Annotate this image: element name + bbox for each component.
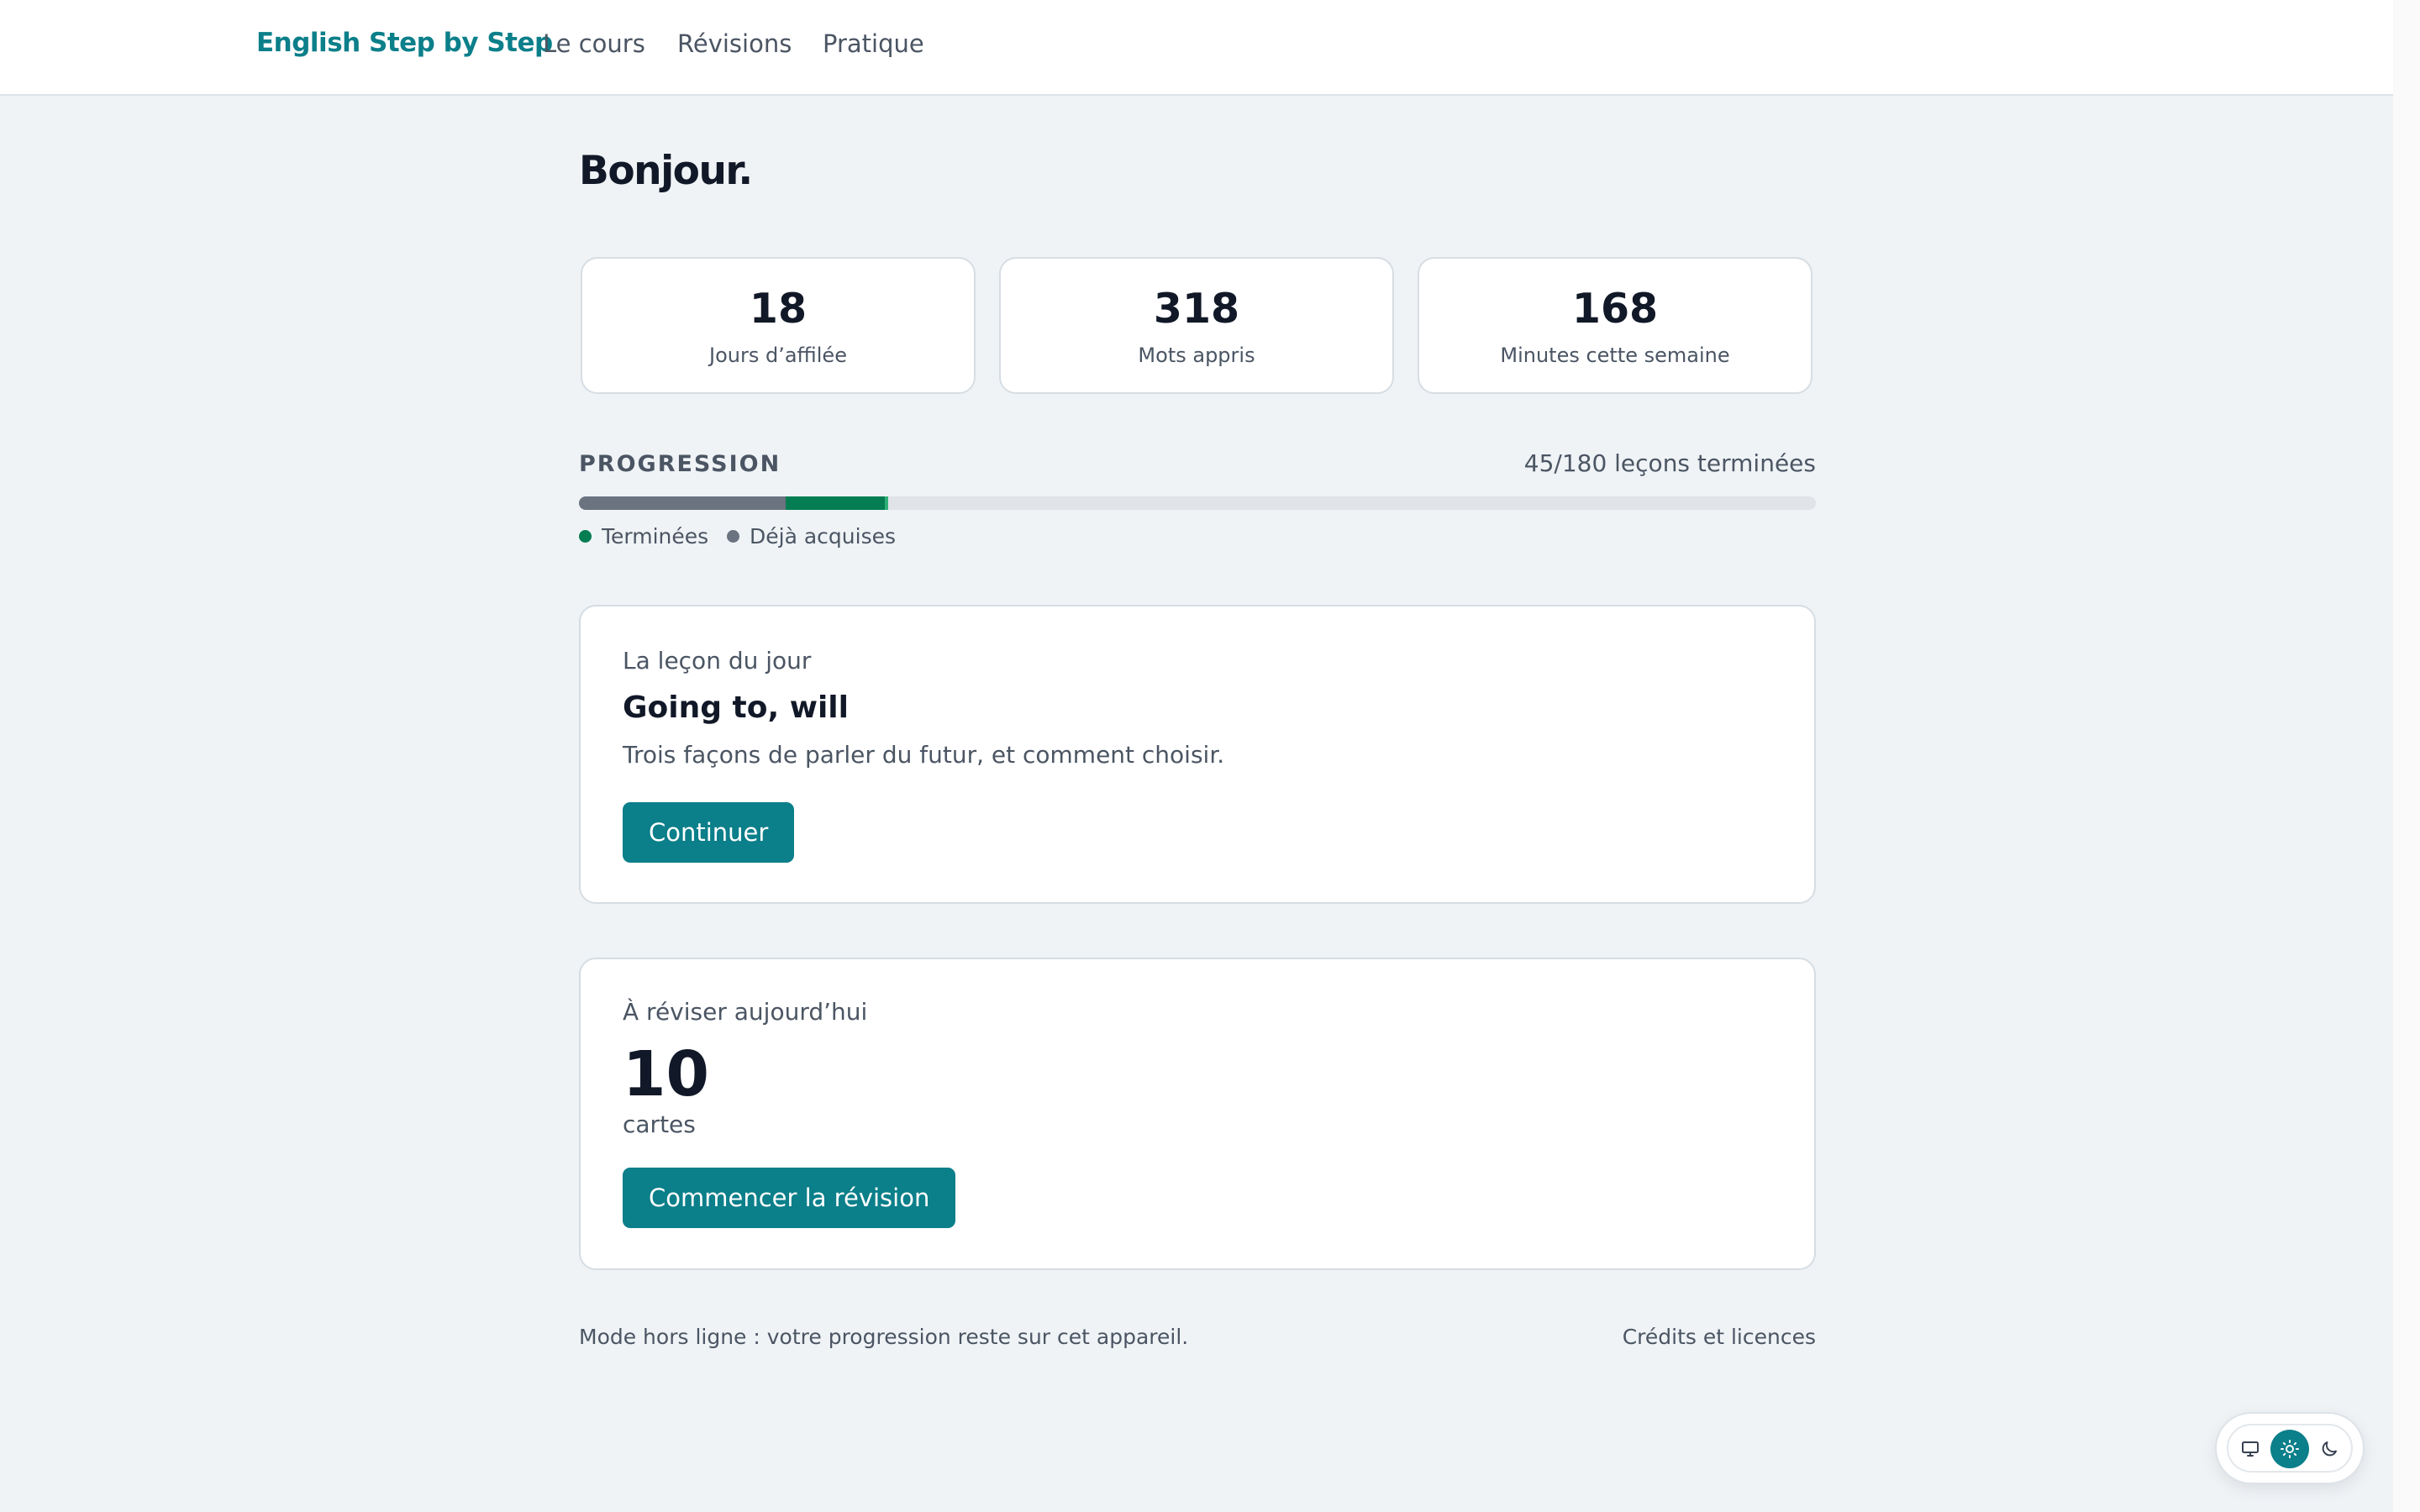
theme-switcher: [2215, 1412, 2365, 1484]
legend-label: Déjà acquises: [750, 524, 896, 549]
nav-link-revisions[interactable]: Révisions: [677, 29, 792, 58]
scrollbar-gutter: [2393, 0, 2420, 1512]
stat-card-streak: 18 Jours d’affilée: [581, 257, 976, 394]
legend-acquired: Déjà acquises: [727, 524, 896, 549]
stat-card-minutes: 168 Minutes cette semaine: [1418, 257, 1812, 394]
offline-notice: Mode hors ligne : votre progression rest…: [579, 1325, 1189, 1349]
sun-icon: [2281, 1440, 2299, 1458]
moon-icon: [2322, 1441, 2337, 1457]
progress-fill-done: [785, 496, 888, 510]
daily-lesson-card: La leçon du jour Going to, will Trois fa…: [579, 605, 1816, 904]
nav-link-le-cours[interactable]: Le cours: [543, 29, 645, 58]
start-review-button[interactable]: Commencer la révision: [623, 1168, 956, 1228]
credits-link[interactable]: Crédits et licences: [1623, 1325, 1816, 1349]
stat-label: Jours d’affilée: [709, 344, 847, 367]
nav-link-pratique[interactable]: Pratique: [823, 29, 924, 58]
progress-bar: [579, 496, 1816, 510]
top-navigation-bar: English Step by Step Le cours Révisions …: [0, 0, 2393, 96]
stat-label: Minutes cette semaine: [1500, 344, 1730, 367]
legend-done: Terminées: [579, 524, 708, 549]
stat-value: 18: [749, 285, 808, 333]
theme-light-button[interactable]: [2270, 1430, 2309, 1468]
monitor-icon: [2242, 1441, 2259, 1457]
stat-card-words: 318 Mots appris: [999, 257, 1394, 394]
legend-dot-done: [579, 529, 592, 543]
page-title: Bonjour.: [579, 148, 753, 194]
theme-switcher-group: [2227, 1424, 2353, 1473]
progress-title: PROGRESSION: [579, 451, 781, 477]
theme-dark-button[interactable]: [2310, 1430, 2349, 1468]
theme-system-button[interactable]: [2231, 1430, 2270, 1468]
lesson-title: Going to, will: [623, 690, 849, 725]
lesson-description: Trois façons de parler du futur, et comm…: [623, 741, 1225, 769]
review-kicker: À réviser aujourd’hui: [623, 998, 868, 1026]
continue-button[interactable]: Continuer: [623, 802, 795, 863]
progress-count: 45/180 leçons terminées: [1523, 449, 1816, 477]
review-count: 10: [623, 1038, 709, 1110]
progress-fill-edge: [885, 496, 888, 510]
brand-link[interactable]: English Step by Step: [256, 28, 553, 58]
review-unit: cartes: [623, 1110, 696, 1138]
stat-value: 318: [1153, 285, 1240, 333]
lesson-kicker: La leçon du jour: [623, 647, 812, 675]
stat-label: Mots appris: [1138, 344, 1255, 367]
stat-value: 168: [1571, 285, 1659, 333]
review-card: À réviser aujourd’hui 10 cartes Commence…: [579, 958, 1816, 1270]
progress-fill-acquired: [579, 496, 786, 510]
legend-dot-acquired: [727, 529, 739, 543]
legend-label: Terminées: [602, 524, 709, 549]
